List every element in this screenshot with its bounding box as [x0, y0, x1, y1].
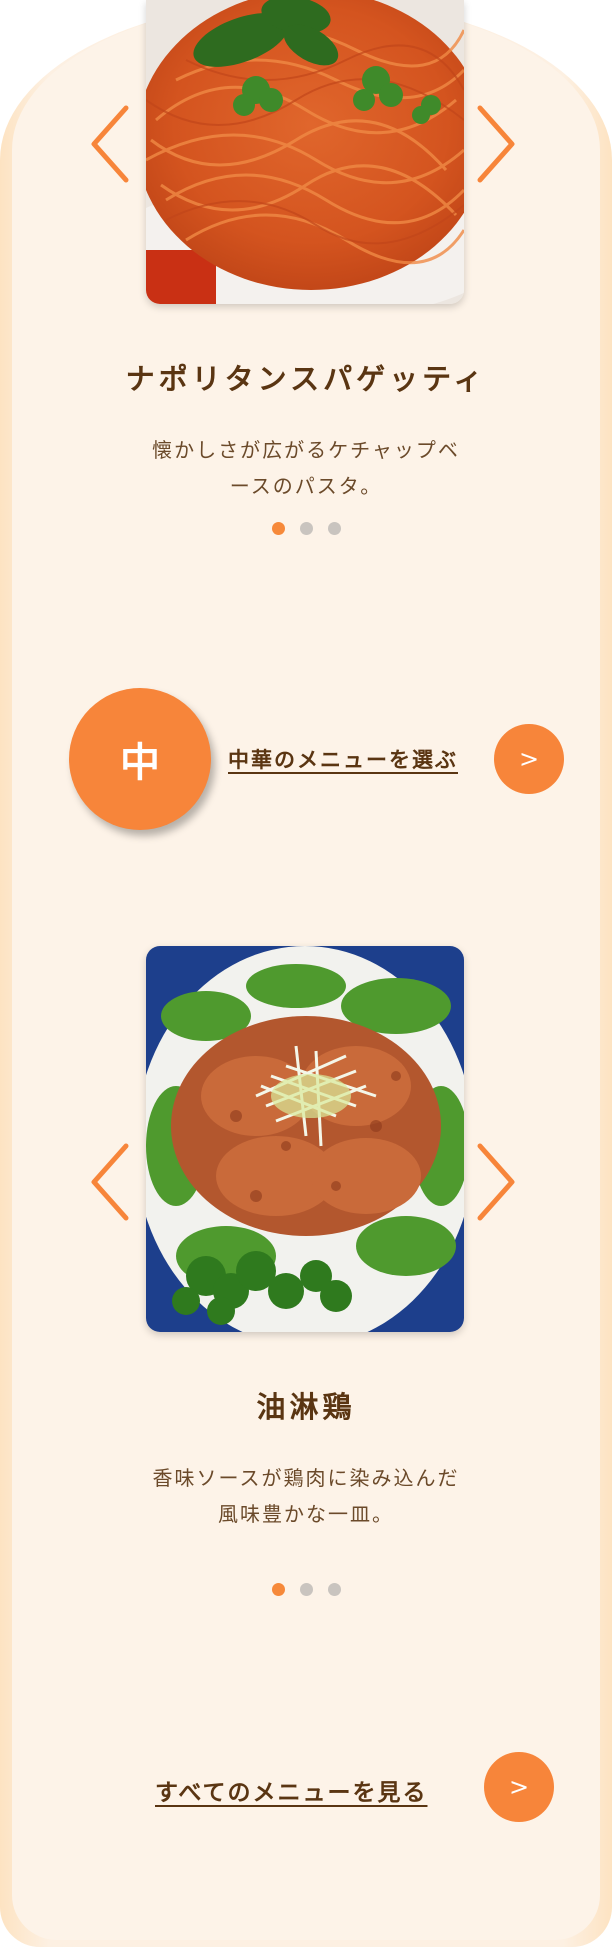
pagination-dot[interactable] — [299, 1583, 313, 1596]
view-all-menu-link[interactable]: すべてのメニューを見る — [155, 1773, 427, 1807]
slide-title: 油淋鶏 — [256, 1390, 356, 1424]
pagination-dot[interactable] — [327, 1583, 341, 1596]
pagination-dot[interactable] — [271, 522, 285, 535]
prev-arrow[interactable] — [88, 104, 132, 184]
pagination-dots — [0, 522, 612, 535]
category-row-chinese: 中 中華のメニューを選ぶ > — [0, 688, 612, 830]
slide-title: ナポリタンスパゲッティ — [125, 362, 487, 396]
slide-description: 香味ソースが鶏肉に染み込んだ風味豊かな一皿。 — [152, 1466, 460, 1526]
category-badge[interactable]: 中 — [69, 688, 211, 830]
choose-chinese-menu-link[interactable]: 中華のメニューを選ぶ — [228, 744, 458, 774]
yurinchi-photo — [146, 946, 464, 1332]
prev-arrow[interactable] — [88, 1142, 132, 1222]
choose-chinese-menu-button[interactable]: > — [494, 724, 564, 794]
slide-description: 懐かしさが広がるケチャップベースのパスタ。 — [152, 438, 460, 498]
next-arrow[interactable] — [474, 104, 518, 184]
pagination-dot[interactable] — [327, 522, 341, 535]
napolitan-photo — [146, 0, 464, 304]
pagination-dot[interactable] — [299, 522, 313, 535]
pagination-dot[interactable] — [271, 1583, 285, 1596]
view-all-menu-button[interactable]: > — [484, 1752, 554, 1822]
pagination-dots — [0, 1583, 612, 1596]
next-arrow[interactable] — [474, 1142, 518, 1222]
